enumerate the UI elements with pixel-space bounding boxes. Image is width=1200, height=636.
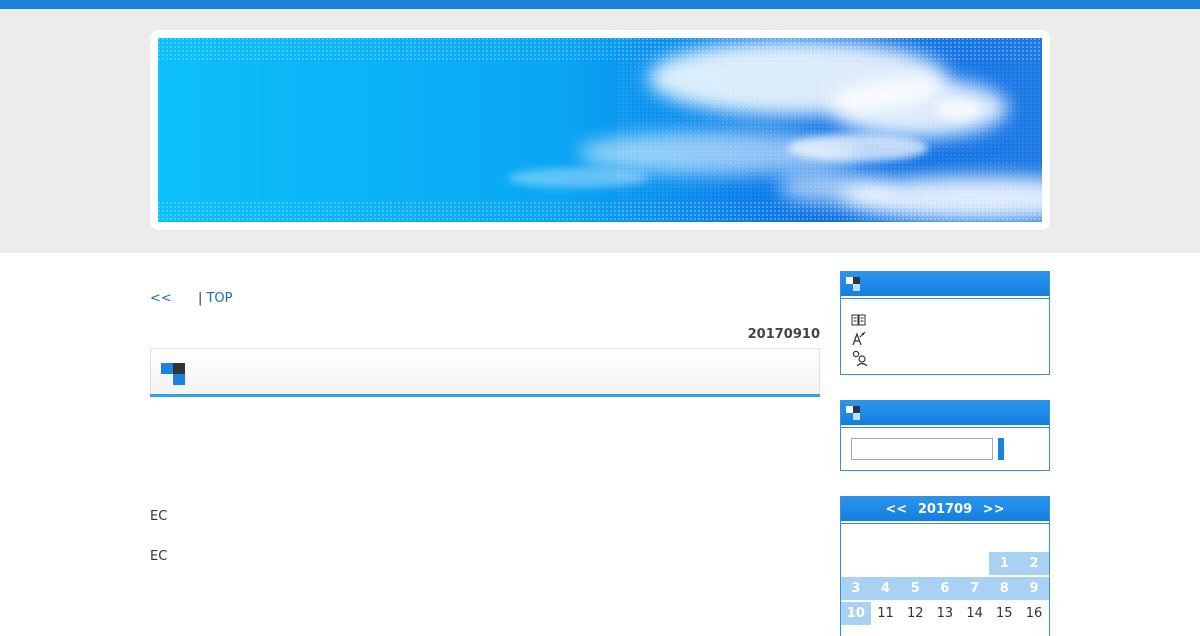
sidebar-links-header <box>841 272 1049 298</box>
calendar-next-link[interactable]: >> <box>983 502 1005 517</box>
calendar-day[interactable]: 9 <box>1019 577 1049 600</box>
body-line-2: EC <box>150 549 168 564</box>
calendar-day[interactable]: 11 <box>871 602 901 625</box>
user-gear-icon <box>852 350 868 366</box>
calendar-day[interactable]: 12 <box>900 602 930 625</box>
calendar-day[interactable]: 15 <box>989 602 1019 625</box>
calendar-day[interactable]: 13 <box>930 602 960 625</box>
entry-nav: << | TOP <box>150 291 232 306</box>
calendar-week: 12 <box>841 552 1049 577</box>
calendar-empty-cell <box>960 552 990 575</box>
calendar-header: << 201709 >> <box>841 497 1049 523</box>
calendar-empty-cell <box>900 552 930 575</box>
sidebar-links-box <box>840 271 1050 375</box>
calendar-week: 10 11 12 13 14 15 16 <box>841 602 1049 627</box>
calendar-month: 201709 <box>917 502 973 517</box>
calendar-grid: 1 2 3 4 5 6 7 8 9 10 11 12 13 14 15 16 <box>841 552 1049 627</box>
top-link[interactable]: TOP <box>206 291 232 306</box>
sidebar-link-3[interactable] <box>851 348 1049 367</box>
sky-banner-image <box>158 38 1042 222</box>
calendar-day[interactable]: 1 <box>989 552 1020 575</box>
calendar-day[interactable]: 4 <box>870 577 901 600</box>
search-input[interactable] <box>851 438 993 460</box>
calendar-day[interactable]: 6 <box>930 577 960 600</box>
prev-entry-link[interactable]: << <box>150 291 172 306</box>
calendar-day[interactable]: 14 <box>960 602 990 625</box>
header-square-icon <box>846 277 860 291</box>
entry-title-box <box>150 348 820 395</box>
calendar-day[interactable]: 2 <box>1019 552 1049 575</box>
sidebar-search-header <box>841 401 1049 427</box>
calendar-empty-cell <box>930 552 960 575</box>
calendar-week: 3456789 <box>841 577 1049 602</box>
calendar-day[interactable]: 10 <box>841 602 871 625</box>
title-square-icon <box>161 363 185 385</box>
sidebar-search-box <box>840 400 1050 471</box>
search-button[interactable] <box>998 438 1004 460</box>
calendar-prev-link[interactable]: << <box>886 502 908 517</box>
calendar-empty-cell <box>871 552 901 575</box>
header-square-icon <box>846 406 860 420</box>
calendar-box: << 201709 >> 1 2 3 4 5 6 7 8 9 10 11 12 13 14 15 16 <box>840 496 1050 636</box>
nav-separator: | <box>197 291 203 306</box>
calendar-day[interactable]: 8 <box>989 577 1020 600</box>
entry-date: 20170910 <box>747 327 820 342</box>
banner-frame <box>150 30 1050 230</box>
pen-tool-icon <box>852 331 866 345</box>
body-line-1: EC <box>150 509 168 524</box>
entry-title-underline <box>150 394 820 397</box>
calendar-day[interactable]: 3 <box>841 577 871 600</box>
calendar-empty-cell <box>841 552 871 575</box>
calendar-day[interactable]: 7 <box>959 577 990 600</box>
book-icon <box>851 314 866 325</box>
top-accent-bar <box>0 0 1200 9</box>
sidebar-link-1[interactable] <box>851 310 1049 329</box>
calendar-day[interactable]: 16 <box>1019 602 1049 625</box>
sidebar-link-2[interactable] <box>851 329 1049 348</box>
calendar-day[interactable]: 5 <box>900 577 931 600</box>
